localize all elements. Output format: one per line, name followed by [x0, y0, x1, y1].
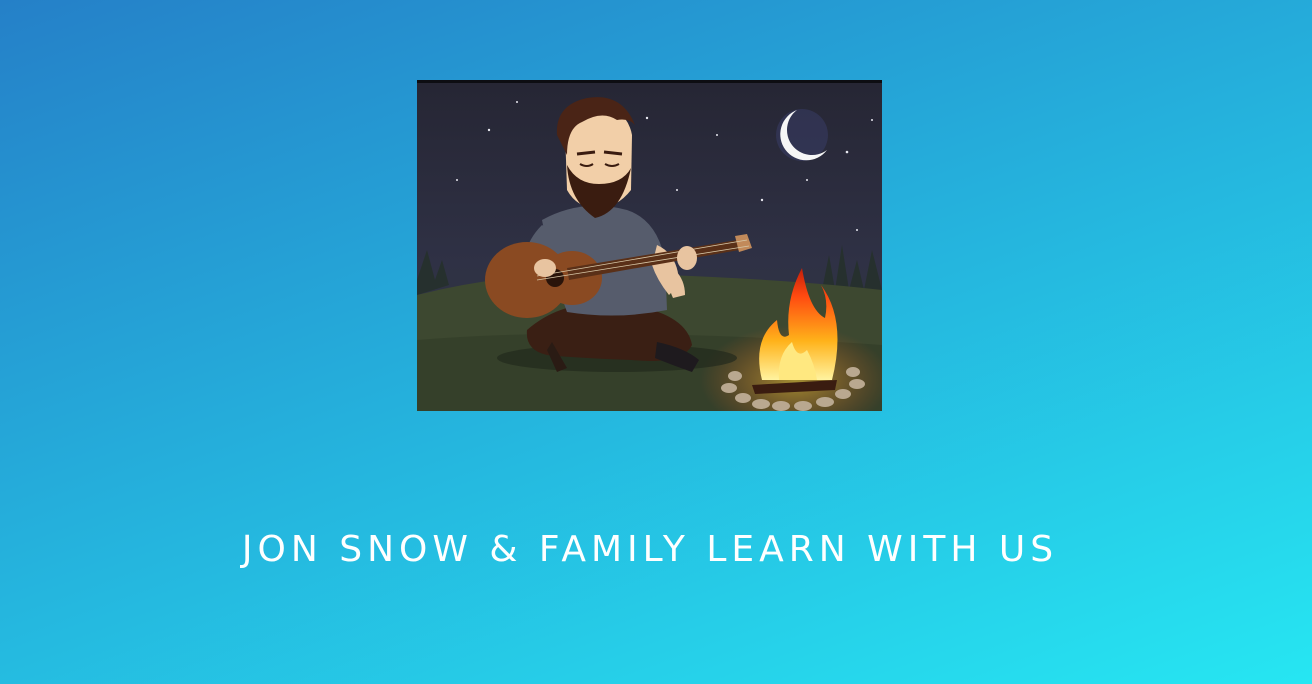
page-headline: JON SNOW & FAMILY LEARN WITH US [241, 529, 1059, 570]
moon [776, 109, 828, 161]
hero-illustration [417, 80, 882, 411]
campfire-guitarist-illustration [417, 80, 882, 411]
